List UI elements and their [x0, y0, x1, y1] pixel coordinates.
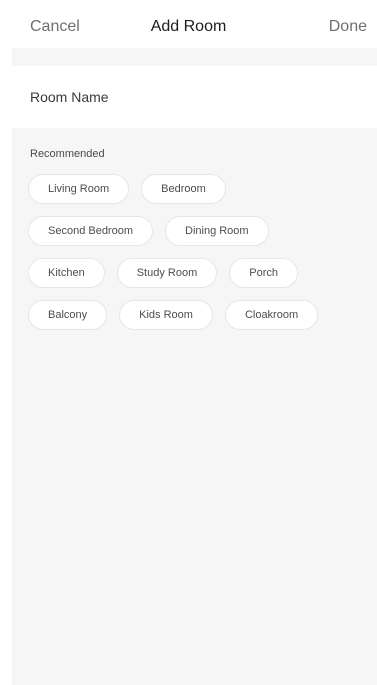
chip-cloakroom[interactable]: Cloakroom [224, 300, 319, 330]
chip-dining-room[interactable]: Dining Room [165, 216, 269, 246]
chip-study-room[interactable]: Study Room [116, 258, 218, 288]
add-room-screen: Cancel Add Room Done Recommended Living … [0, 0, 377, 685]
chip-row: Second Bedroom Dining Room [28, 216, 373, 246]
room-name-row [12, 66, 377, 128]
done-button[interactable]: Done [329, 18, 367, 36]
recommended-label: Recommended [30, 148, 105, 160]
chip-bedroom[interactable]: Bedroom [141, 174, 226, 204]
chip-row: Living Room Bedroom [28, 174, 373, 204]
chip-balcony[interactable]: Balcony [28, 300, 108, 330]
chip-porch[interactable]: Porch [229, 258, 298, 288]
recommended-chips: Living Room Bedroom Second Bedroom Dinin… [28, 174, 373, 342]
chip-living-room[interactable]: Living Room [28, 174, 130, 204]
chip-row: Balcony Kids Room Cloakroom [28, 300, 373, 330]
chip-kitchen[interactable]: Kitchen [28, 258, 105, 288]
page-title: Add Room [150, 18, 227, 35]
chip-kids-room[interactable]: Kids Room [119, 300, 213, 330]
chip-second-bedroom[interactable]: Second Bedroom [28, 216, 153, 246]
room-name-input[interactable] [30, 84, 350, 110]
chip-row: Kitchen Study Room Porch [28, 258, 373, 288]
form-area: Recommended Living Room Bedroom Second B… [12, 48, 377, 685]
